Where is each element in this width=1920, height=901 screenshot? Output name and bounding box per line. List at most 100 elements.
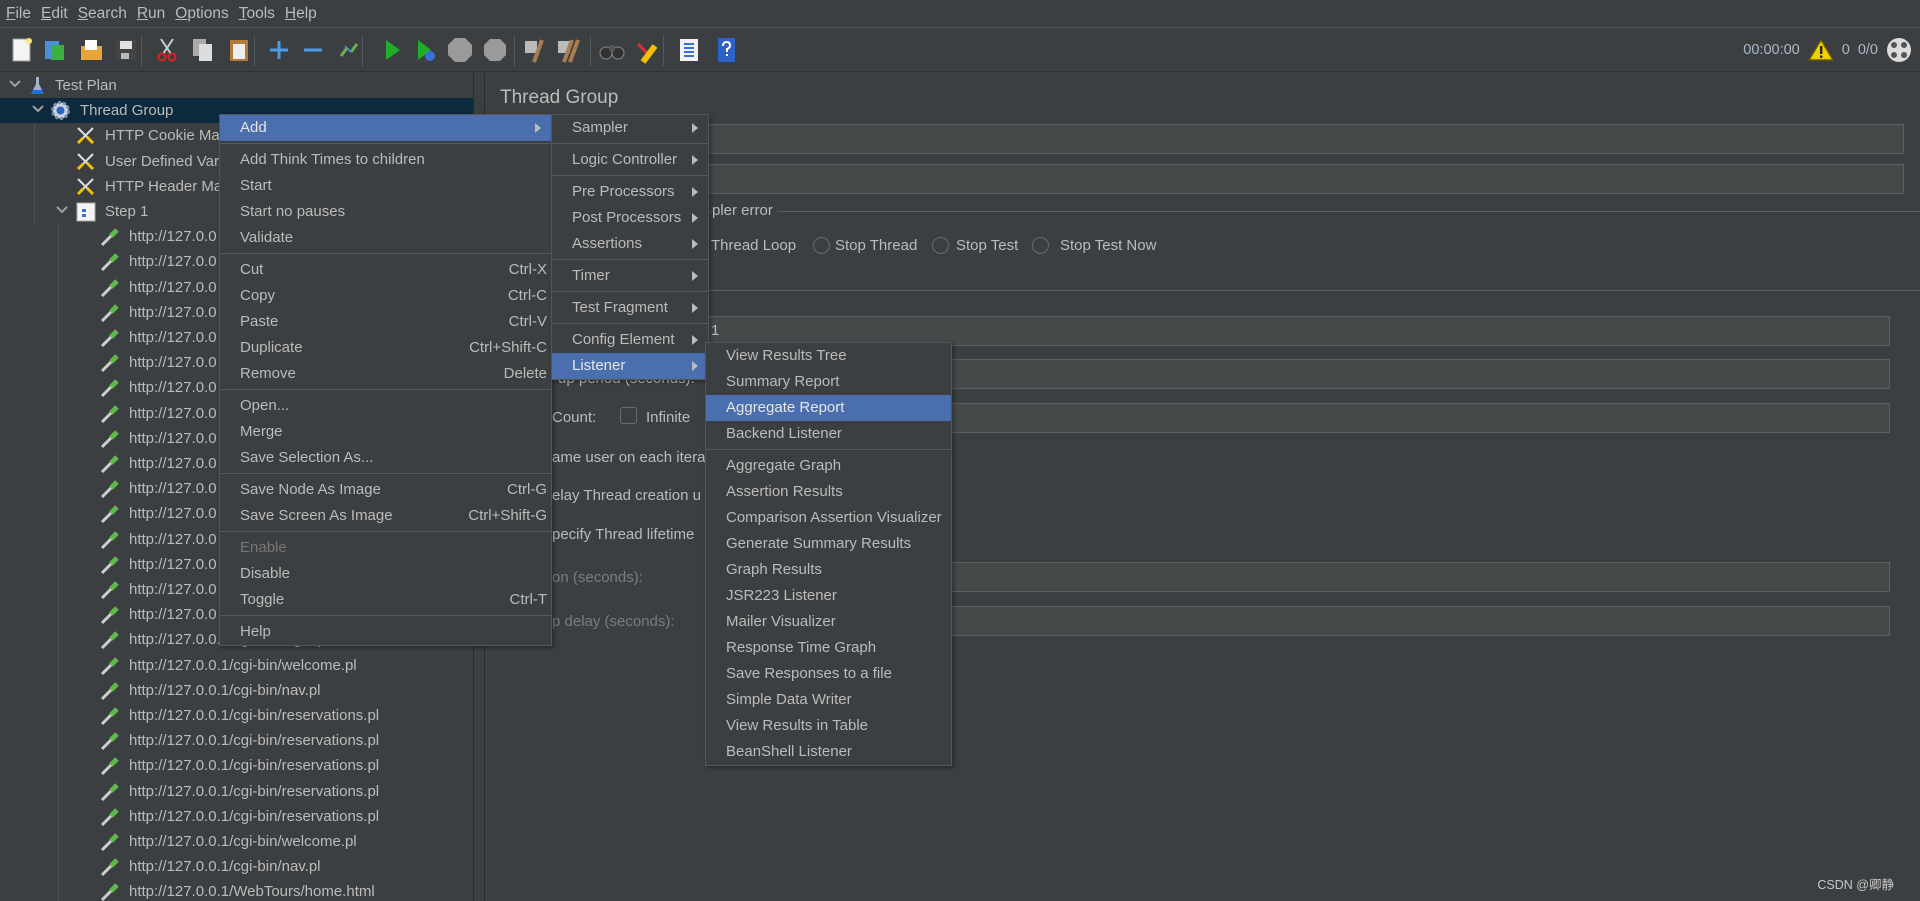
tree-node-http-127-0-0-1-cgi-bin-reservations-pl[interactable]: http://127.0.0.1/cgi-bin/reservations.pl: [0, 703, 473, 728]
tree-node-label: http://127.0.0: [129, 228, 217, 246]
chevron-down-icon[interactable]: [8, 77, 22, 91]
tree-node-http-127-0-0-1-cgi-bin-nav-pl[interactable]: http://127.0.0.1/cgi-bin/nav.pl: [0, 854, 473, 879]
shutdown-icon[interactable]: [481, 36, 509, 64]
chevron-down-icon[interactable]: [55, 203, 69, 217]
help-icon[interactable]: [712, 36, 740, 64]
tree-node-test-plan[interactable]: Test Plan: [0, 73, 473, 98]
clear-icon[interactable]: [520, 36, 548, 64]
tree-node-http-127-0-0-1-cgi-bin-welcome-pl[interactable]: http://127.0.0.1/cgi-bin/welcome.pl: [0, 653, 473, 678]
menu-item-logic-controller[interactable]: Logic Controller: [552, 147, 708, 173]
menu-item-post-processors[interactable]: Post Processors: [552, 205, 708, 231]
delay-thread-creation-label[interactable]: elay Thread creation u: [552, 487, 701, 504]
menu-run[interactable]: Run: [137, 5, 165, 23]
function-helper-icon[interactable]: [675, 36, 703, 64]
menu-item-view-results-tree[interactable]: View Results Tree: [706, 343, 951, 369]
chevron-down-icon[interactable]: [31, 102, 45, 116]
menu-item-aggregate-graph[interactable]: Aggregate Graph: [706, 453, 951, 479]
radio-label-stop-test[interactable]: Stop Test: [956, 237, 1018, 254]
menu-item-cut[interactable]: Cut Ctrl-X: [220, 257, 551, 283]
menu-item-generate-summary-results[interactable]: Generate Summary Results: [706, 531, 951, 557]
infinite-checkbox[interactable]: [620, 407, 637, 424]
tree-node-http-127-0-0-1-cgi-bin-reservations-pl[interactable]: http://127.0.0.1/cgi-bin/reservations.pl: [0, 753, 473, 778]
menu-item-validate[interactable]: Validate: [220, 225, 551, 251]
menu-item-backend-listener[interactable]: Backend Listener: [706, 421, 951, 447]
menu-item-jsr223-listener[interactable]: JSR223 Listener: [706, 583, 951, 609]
menu-item-aggregate-report[interactable]: Aggregate Report: [706, 395, 951, 421]
search-icon[interactable]: [598, 36, 626, 64]
menu-item-duplicate[interactable]: Duplicate Ctrl+Shift-C: [220, 335, 551, 361]
thread-lifetime-label[interactable]: pecify Thread lifetime: [552, 526, 694, 543]
menu-item-start[interactable]: Start: [220, 173, 551, 199]
menu-tools[interactable]: Tools: [239, 5, 275, 23]
menu-item-save-selection-as[interactable]: Save Selection As...: [220, 445, 551, 471]
radio-label-stop-thread[interactable]: Stop Thread: [835, 237, 917, 254]
start-no-pauses-icon[interactable]: [411, 36, 439, 64]
save-icon[interactable]: [112, 36, 140, 64]
menu-item-response-time-graph[interactable]: Response Time Graph: [706, 635, 951, 661]
tree-node-http-127-0-0-1-cgi-bin-reservations-pl[interactable]: http://127.0.0.1/cgi-bin/reservations.pl: [0, 779, 473, 804]
radio-label-thread-loop[interactable]: Thread Loop: [711, 237, 796, 254]
menu-item-add-think-times-to-children[interactable]: Add Think Times to children: [220, 147, 551, 173]
warning-icon[interactable]: [1807, 38, 1834, 62]
menu-item-save-screen-as-image[interactable]: Save Screen As Image Ctrl+Shift-G: [220, 503, 551, 529]
menu-item-view-results-in-table[interactable]: View Results in Table: [706, 713, 951, 739]
start-icon[interactable]: [378, 36, 406, 64]
open-icon[interactable]: [77, 36, 105, 64]
menu-item-comparison-assertion-visualizer[interactable]: Comparison Assertion Visualizer: [706, 505, 951, 531]
tree-node-http-127-0-0-1-webtours-home-html[interactable]: http://127.0.0.1/WebTours/home.html: [0, 879, 473, 901]
menu-item-toggle[interactable]: Toggle Ctrl-T: [220, 587, 551, 613]
tree-node-http-127-0-0-1-cgi-bin-welcome-pl[interactable]: http://127.0.0.1/cgi-bin/welcome.pl: [0, 829, 473, 854]
menu-item-paste[interactable]: Paste Ctrl-V: [220, 309, 551, 335]
collapse-icon[interactable]: [299, 36, 327, 64]
menu-item-graph-results[interactable]: Graph Results: [706, 557, 951, 583]
menu-edit[interactable]: Edit: [41, 5, 68, 23]
radio-stop-test[interactable]: [932, 237, 949, 254]
name-field[interactable]: [506, 124, 1904, 154]
menu-item-assertion-results[interactable]: Assertion Results: [706, 479, 951, 505]
menu-item-remove[interactable]: Remove Delete: [220, 361, 551, 387]
menu-item-summary-report[interactable]: Summary Report: [706, 369, 951, 395]
menu-file[interactable]: File: [6, 5, 31, 23]
clear-all-icon[interactable]: [554, 36, 582, 64]
menu-item-add[interactable]: Add: [220, 115, 551, 141]
menu-item-config-element[interactable]: Config Element: [552, 327, 708, 353]
menu-search[interactable]: Search: [78, 5, 127, 23]
menu-item-open[interactable]: Open...: [220, 393, 551, 419]
menu-item-save-node-as-image[interactable]: Save Node As Image Ctrl-G: [220, 477, 551, 503]
paste-icon[interactable]: [225, 36, 253, 64]
radio-stop-thread[interactable]: [813, 237, 830, 254]
menu-item-copy[interactable]: Copy Ctrl-C: [220, 283, 551, 309]
menu-item-simple-data-writer[interactable]: Simple Data Writer: [706, 687, 951, 713]
menu-item-start-no-pauses[interactable]: Start no pauses: [220, 199, 551, 225]
menu-item-label: Save Screen As Image: [240, 507, 393, 524]
menu-item-help[interactable]: Help: [220, 619, 551, 645]
copy-icon[interactable]: [189, 36, 217, 64]
tree-node-http-127-0-0-1-cgi-bin-reservations-pl[interactable]: http://127.0.0.1/cgi-bin/reservations.pl: [0, 728, 473, 753]
new-icon[interactable]: [8, 36, 36, 64]
menu-item-assertions[interactable]: Assertions: [552, 231, 708, 257]
menu-item-sampler[interactable]: Sampler: [552, 115, 708, 141]
menu-help[interactable]: Help: [285, 5, 317, 23]
radio-label-stop-test-now[interactable]: Stop Test Now: [1060, 237, 1156, 254]
comments-field[interactable]: [506, 164, 1904, 194]
tree-node-http-127-0-0-1-cgi-bin-nav-pl[interactable]: http://127.0.0.1/cgi-bin/nav.pl: [0, 678, 473, 703]
menu-item-save-responses-to-a-file[interactable]: Save Responses to a file: [706, 661, 951, 687]
reset-search-icon[interactable]: [633, 36, 661, 64]
radio-stop-test-now[interactable]: [1032, 237, 1049, 254]
same-user-label[interactable]: ame user on each itera: [552, 449, 705, 466]
menu-item-mailer-visualizer[interactable]: Mailer Visualizer: [706, 609, 951, 635]
templates-icon[interactable]: [41, 36, 69, 64]
cut-icon[interactable]: [153, 36, 181, 64]
menu-options[interactable]: Options: [175, 5, 228, 23]
menu-item-disable[interactable]: Disable: [220, 561, 551, 587]
menu-item-test-fragment[interactable]: Test Fragment: [552, 295, 708, 321]
menu-item-pre-processors[interactable]: Pre Processors: [552, 179, 708, 205]
tree-node-http-127-0-0-1-cgi-bin-reservations-pl[interactable]: http://127.0.0.1/cgi-bin/reservations.pl: [0, 804, 473, 829]
stop-icon[interactable]: [446, 36, 474, 64]
menu-item-beanshell-listener[interactable]: BeanShell Listener: [706, 739, 951, 765]
menu-item-timer[interactable]: Timer: [552, 263, 708, 289]
menu-item-merge[interactable]: Merge: [220, 419, 551, 445]
toggle-icon[interactable]: [335, 36, 363, 64]
menu-item-listener[interactable]: Listener: [552, 353, 708, 379]
expand-icon[interactable]: [265, 36, 293, 64]
